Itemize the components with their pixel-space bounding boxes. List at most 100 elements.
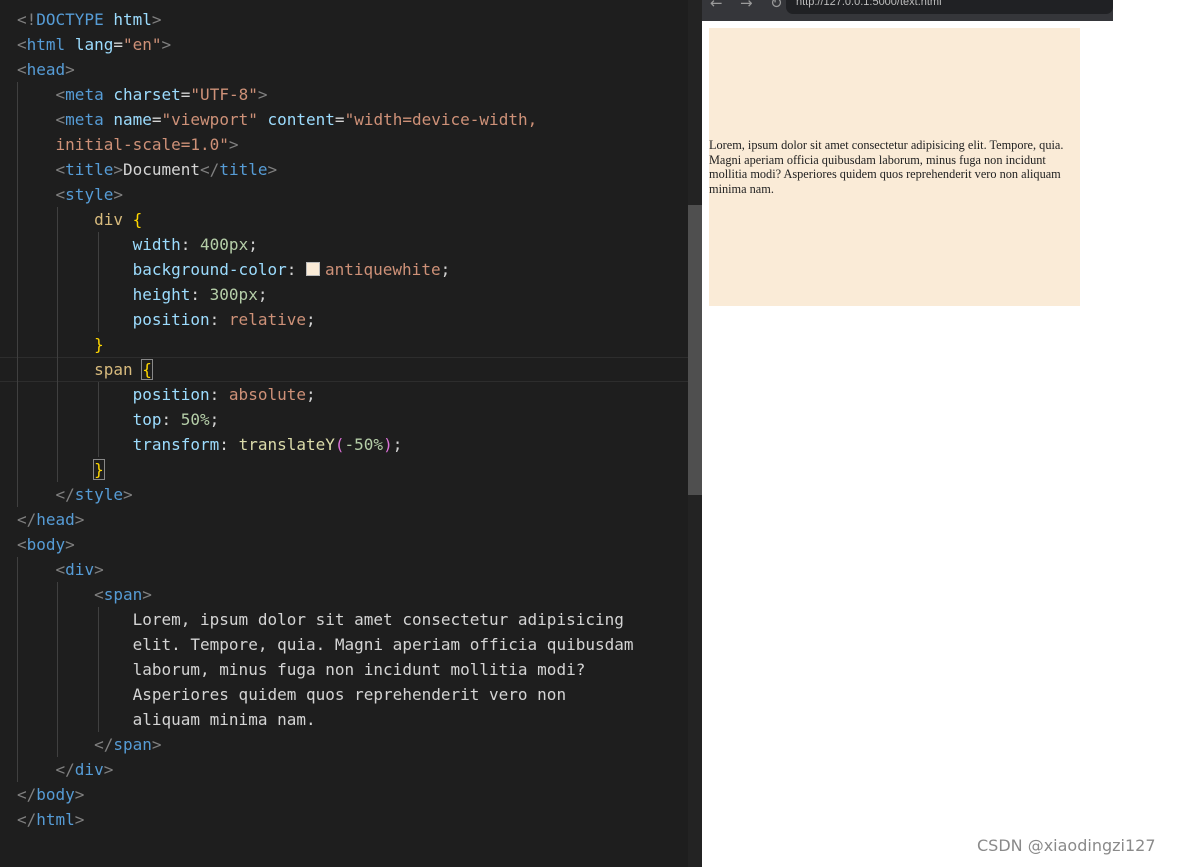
code-token: >	[161, 35, 172, 54]
code-token: title	[65, 160, 114, 179]
code-line[interactable]: <meta name="viewport" content="width=dev…	[17, 107, 634, 132]
address-bar-url[interactable]: http://127.0.0.1:5000/text.html	[796, 0, 942, 8]
code-line[interactable]: </style>	[17, 482, 634, 507]
code-token: span	[94, 360, 133, 379]
code-token: :	[219, 435, 239, 454]
indent-guide	[17, 407, 18, 432]
indent-guide	[17, 482, 18, 507]
code-line[interactable]: }	[17, 457, 634, 482]
code-line[interactable]: laborum, minus fuga non incidunt molliti…	[17, 657, 634, 682]
code-line[interactable]: width: 400px;	[17, 232, 634, 257]
indent-guide	[57, 282, 59, 307]
code-line[interactable]: <head>	[17, 57, 634, 82]
indent-guide	[17, 607, 18, 632]
code-token: meta	[65, 110, 104, 129]
code-token: >	[267, 160, 278, 179]
code-token: >	[151, 735, 162, 754]
code-token: <	[55, 110, 66, 129]
code-token: div	[65, 560, 95, 579]
code-token: laborum, minus fuga non incidunt molliti…	[132, 660, 586, 679]
code-line[interactable]: <html lang="en">	[17, 32, 634, 57]
code-line[interactable]: background-color: antiquewhite;	[17, 257, 634, 282]
code-token: ;	[305, 310, 316, 329]
indent-guide	[97, 407, 99, 432]
code-token: relative	[228, 310, 306, 329]
code-line[interactable]: <!DOCTYPE html>	[17, 7, 634, 32]
code-token: >	[94, 560, 104, 579]
code-line[interactable]: <meta charset="UTF-8">	[17, 82, 634, 107]
code-line[interactable]: <span>	[17, 582, 634, 607]
indent-guide	[17, 557, 18, 582]
code-line[interactable]: height: 300px;	[17, 282, 634, 307]
indent-guide	[17, 257, 18, 282]
code-token: ;	[209, 410, 220, 429]
code-token: :	[209, 385, 229, 404]
code-token: body	[26, 535, 66, 554]
code-token: <	[17, 35, 27, 54]
code-line[interactable]: </div>	[17, 757, 634, 782]
indent-guide	[17, 382, 18, 407]
code-line[interactable]: Lorem, ipsum dolor sit amet consectetur …	[17, 607, 634, 632]
code-token: =	[113, 35, 123, 54]
code-line[interactable]: </head>	[17, 507, 634, 532]
code-line[interactable]: <title>Document</title>	[17, 157, 634, 182]
code-line[interactable]: <style>	[17, 182, 634, 207]
code-token: absolute	[228, 385, 306, 404]
editor-scrollbar-thumb[interactable]	[688, 205, 702, 495]
indent-guide	[57, 407, 59, 432]
code-line[interactable]: transform: translateY(-50%);	[17, 432, 634, 457]
indent-guide	[57, 732, 59, 757]
code-line[interactable]: Asperiores quidem quos reprehenderit ver…	[17, 682, 634, 707]
forward-arrow-icon[interactable]: →	[740, 0, 753, 12]
indent-guide	[57, 357, 59, 382]
code-token: DOCTYPE	[36, 10, 104, 29]
indent-guide	[57, 707, 59, 732]
code-token: initial-scale=1.0"	[55, 135, 229, 154]
indent-guide	[17, 707, 18, 732]
code-line[interactable]: div {	[17, 207, 634, 232]
code-line[interactable]: </span>	[17, 732, 634, 757]
code-token: ;	[440, 260, 451, 279]
code-token: div	[74, 760, 104, 779]
code-line[interactable]: <body>	[17, 532, 634, 557]
code-line[interactable]: aliquam minima nam.	[17, 707, 634, 732]
indent-guide	[57, 582, 59, 607]
indent-guide	[97, 307, 99, 332]
code-editor[interactable]: <!DOCTYPE html> <html lang="en"> <head> <m…	[0, 0, 702, 867]
code-line[interactable]: elit. Tempore, quia. Magni aperiam offic…	[17, 632, 634, 657]
code-token: head	[36, 510, 75, 529]
code-line[interactable]: initial-scale=1.0">	[17, 132, 634, 157]
code-token: >	[103, 760, 114, 779]
indent-guide	[57, 257, 59, 282]
code-line[interactable]: span {	[0, 357, 688, 382]
code-line[interactable]: </body>	[17, 782, 634, 807]
indent-guide	[57, 232, 59, 257]
code-token: >	[74, 510, 85, 529]
back-arrow-icon[interactable]: ←	[710, 0, 723, 12]
reload-icon[interactable]: ↻	[770, 0, 783, 12]
code-line[interactable]: position: relative;	[17, 307, 634, 332]
color-swatch-icon[interactable]	[305, 262, 320, 276]
code-line[interactable]: </html>	[17, 807, 634, 832]
code-line[interactable]: }	[17, 332, 634, 357]
code-token: html	[36, 810, 75, 829]
code-token: >	[65, 60, 75, 79]
code-token: <	[55, 85, 66, 104]
code-line[interactable]: top: 50%;	[17, 407, 634, 432]
code-line[interactable]: <div>	[17, 557, 634, 582]
code-token: content	[267, 110, 335, 129]
code-lines[interactable]: <!DOCTYPE html> <html lang="en"> <head> <m…	[0, 7, 688, 832]
code-line[interactable]: position: absolute;	[17, 382, 634, 407]
